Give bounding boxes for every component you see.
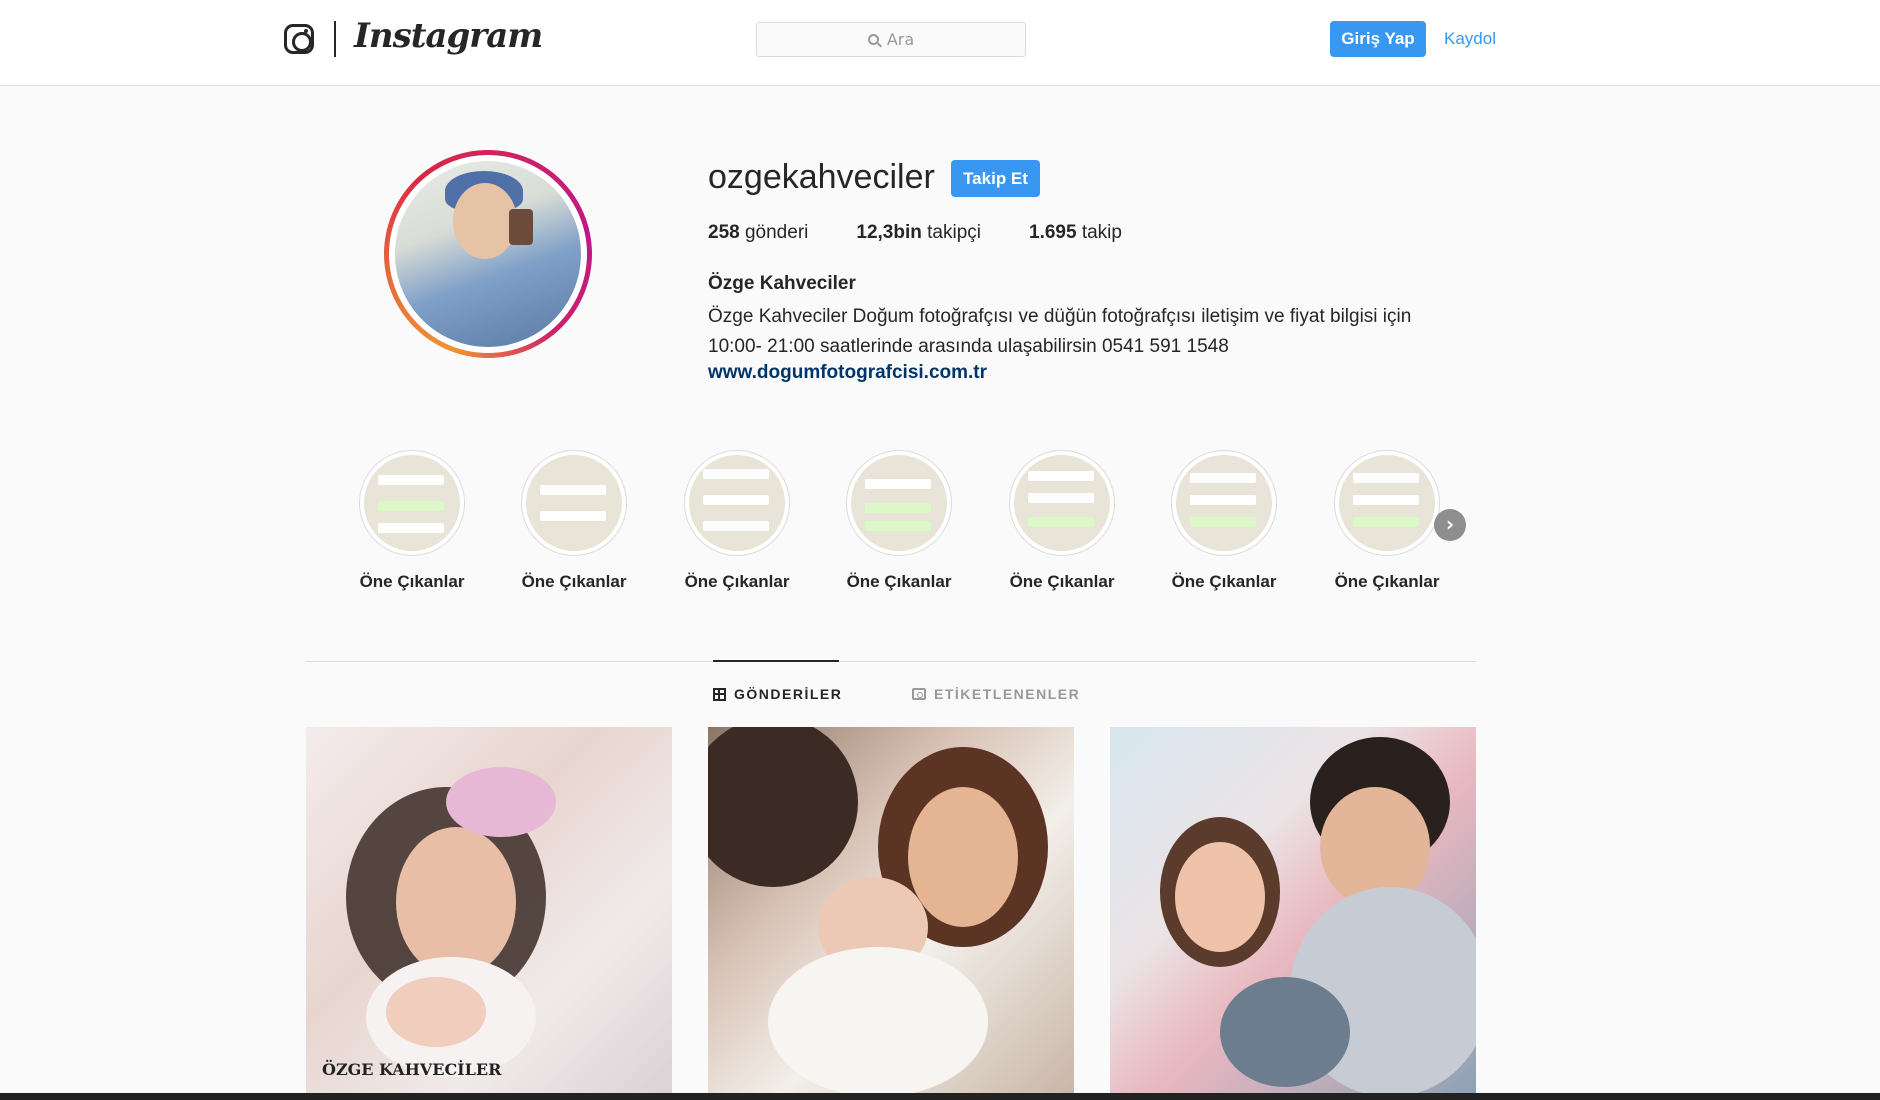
highlight-item[interactable]: Öne Çıkanlar	[1164, 450, 1284, 592]
profile-website-link[interactable]: www.dogumfotografcisi.com.tr	[708, 362, 987, 384]
highlight-item[interactable]: Öne Çıkanlar	[1327, 450, 1447, 592]
signup-link[interactable]: Kaydol	[1444, 29, 1496, 49]
post-watermark: ÖZGE KAHVECİLER	[322, 1060, 502, 1079]
stat-following[interactable]: 1.695 takip	[1029, 222, 1122, 244]
highlight-thumbnail	[526, 455, 622, 551]
post-thumbnail[interactable]	[708, 727, 1074, 1093]
instagram-camera-icon[interactable]	[284, 24, 314, 54]
stat-followers[interactable]: 12,3bin takipçi	[856, 222, 981, 244]
profile-username: ozgekahveciler	[708, 158, 935, 196]
avatar-photo	[395, 161, 581, 347]
profile-full-name: Özge Kahveciler	[708, 273, 856, 294]
highlight-thumbnail	[851, 455, 947, 551]
highlight-thumbnail	[1339, 455, 1435, 551]
active-tab-indicator	[713, 660, 839, 662]
highlight-thumbnail	[689, 455, 785, 551]
profile-bio: Özge Kahveciler Doğum fotoğrafçısı ve dü…	[708, 302, 1468, 362]
tab-tagged[interactable]: ETİKETLENENLER	[912, 686, 1080, 702]
chevron-right-icon[interactable]: ›	[1434, 509, 1466, 541]
follow-button[interactable]: Takip Et	[951, 160, 1040, 197]
highlight-item[interactable]: Öne Çıkanlar	[1002, 450, 1122, 592]
search-icon	[867, 34, 879, 45]
highlight-item[interactable]: Öne Çıkanlar	[352, 450, 472, 592]
instagram-wordmark[interactable]: Instagram	[354, 16, 543, 56]
logo-divider	[334, 21, 336, 57]
profile-avatar[interactable]	[384, 150, 592, 358]
top-navigation-bar: Instagram Ara Giriş Yap Kaydol	[0, 0, 1880, 86]
grid-icon	[713, 687, 726, 701]
login-button[interactable]: Giriş Yap	[1330, 21, 1426, 57]
highlight-thumbnail	[1014, 455, 1110, 551]
profile-stats: 258 gönderi 12,3bin takipçi 1.695 takip	[708, 222, 1170, 244]
search-input[interactable]: Ara	[756, 22, 1026, 57]
post-thumbnail[interactable]	[1110, 727, 1476, 1093]
post-thumbnail[interactable]: ÖZGE KAHVECİLER	[306, 727, 672, 1093]
story-highlights: Öne Çıkanlar Öne Çıkanlar Öne Çıkanlar Ö…	[352, 450, 1452, 600]
highlight-thumbnail	[364, 455, 460, 551]
highlight-item[interactable]: Öne Çıkanlar	[839, 450, 959, 592]
highlight-item[interactable]: Öne Çıkanlar	[677, 450, 797, 592]
tabs-divider	[306, 661, 1476, 662]
tab-posts[interactable]: GÖNDERİLER	[713, 686, 842, 702]
bio-line-1: Özge Kahveciler Doğum fotoğrafçısı ve dü…	[708, 306, 1412, 327]
tagged-photo-icon	[912, 688, 926, 700]
search-placeholder: Ara	[886, 30, 915, 49]
bio-line-2: 10:00- 21:00 saatlerinde arasında ulaşab…	[708, 336, 1229, 357]
highlight-thumbnail	[1176, 455, 1272, 551]
stat-posts: 258 gönderi	[708, 222, 809, 243]
window-bottom-edge	[0, 1093, 1880, 1100]
highlight-item[interactable]: Öne Çıkanlar	[514, 450, 634, 592]
